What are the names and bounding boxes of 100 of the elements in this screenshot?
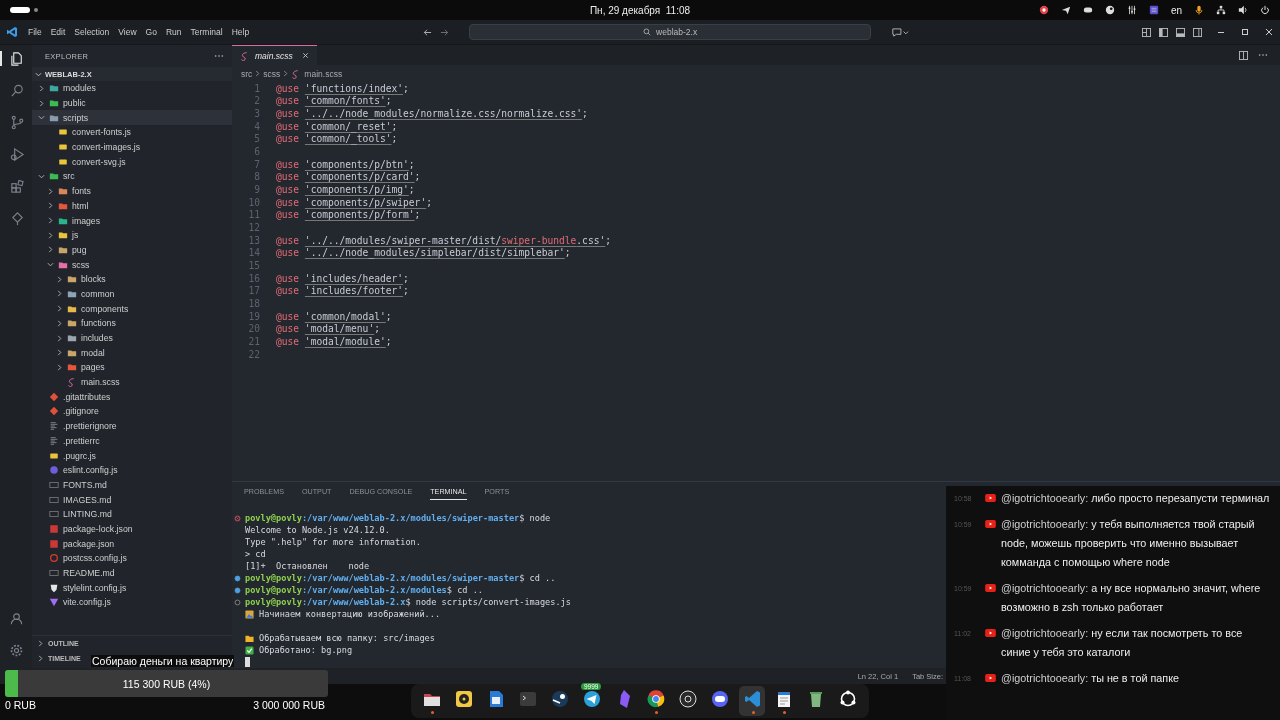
tree-item[interactable]: LINTING.md: [32, 506, 232, 522]
code-icon[interactable]: [743, 688, 763, 709]
tree-item[interactable]: .gitattributes: [32, 389, 232, 405]
tree-item[interactable]: FONTS.md: [32, 477, 232, 493]
tree-item[interactable]: includes: [32, 330, 232, 346]
tree-item[interactable]: scripts: [32, 110, 232, 126]
chat-sparkle-icon[interactable]: [891, 27, 910, 37]
tree-item[interactable]: components: [32, 301, 232, 316]
menu-item[interactable]: Run: [165, 27, 182, 37]
tree-item[interactable]: scss: [32, 257, 232, 272]
tree-item[interactable]: .prettierrc: [32, 433, 232, 449]
tree-item[interactable]: modules: [32, 81, 232, 96]
more-icon[interactable]: [214, 54, 224, 58]
debug-icon[interactable]: [9, 147, 25, 162]
tree-item[interactable]: vite.config.js: [32, 595, 232, 610]
aperture-icon[interactable]: [678, 688, 698, 709]
file-name: modal: [81, 347, 105, 358]
code-line: @use '../../node_modules/normalize.css/normalize.css';: [276, 108, 588, 120]
keyboard-icon[interactable]: [1148, 5, 1159, 15]
settings-icon[interactable]: [8, 643, 24, 658]
tree-item[interactable]: pages: [32, 360, 232, 375]
tree-item[interactable]: package.json: [32, 536, 232, 551]
tree-item[interactable]: convert-fonts.js: [32, 125, 232, 140]
tree-item[interactable]: html: [32, 198, 232, 214]
record-icon[interactable]: [1038, 5, 1049, 15]
power-icon[interactable]: [1260, 5, 1270, 15]
tree-item[interactable]: .prettierignore: [32, 418, 232, 434]
secondary-sidebar-icon[interactable]: [1193, 27, 1202, 37]
menu-item[interactable]: View: [118, 27, 137, 37]
tree-item[interactable]: pug: [32, 242, 232, 258]
source-control-icon[interactable]: [9, 115, 25, 130]
clock[interactable]: Пн, 29 декабря 11:08: [589, 4, 691, 16]
line-number: 21: [247, 335, 260, 347]
tree-item[interactable]: package-lock.json: [32, 521, 232, 537]
tree-item[interactable]: eslint.config.js: [32, 462, 232, 478]
files-icon[interactable]: [9, 51, 25, 66]
tree-item[interactable]: stylelint.config.js: [32, 580, 232, 596]
tree-item[interactable]: images: [32, 213, 232, 228]
browser-icon[interactable]: [646, 688, 666, 709]
tree-item[interactable]: fonts: [32, 183, 232, 199]
tree-item[interactable]: README.md: [32, 565, 232, 581]
forward-arrow-icon[interactable]: [440, 27, 450, 37]
layout-icon[interactable]: [1142, 27, 1151, 37]
panel-toggle-icon[interactable]: [1176, 27, 1185, 37]
file-name: package-lock.json: [63, 523, 133, 534]
menu-item[interactable]: Go: [145, 27, 157, 37]
extensions-icon[interactable]: [9, 179, 25, 194]
network-icon[interactable]: [1216, 5, 1226, 15]
search-icon[interactable]: [9, 83, 25, 98]
menu-item[interactable]: Terminal: [190, 27, 223, 37]
menu-item[interactable]: Selection: [74, 27, 110, 37]
paper-plane-icon[interactable]: [1060, 5, 1071, 15]
more-icon[interactable]: [1258, 53, 1268, 57]
tree-item[interactable]: .pugrc.js: [32, 448, 232, 463]
close-icon[interactable]: [301, 52, 309, 59]
tree-item[interactable]: convert-svg.js: [32, 154, 232, 170]
file-name: .gitattributes: [63, 391, 111, 402]
menu-item[interactable]: Edit: [50, 27, 66, 37]
sidebar-toggle-icon[interactable]: [1159, 27, 1168, 37]
apps-icon[interactable]: [838, 688, 858, 709]
tree-item[interactable]: .gitignore: [32, 404, 232, 419]
tree-item[interactable]: main.scss: [32, 374, 232, 390]
split-editor-icon[interactable]: [1239, 50, 1248, 60]
speaker-icon[interactable]: [1238, 5, 1248, 15]
microphone-icon[interactable]: [1194, 5, 1204, 15]
sliders-icon[interactable]: [1126, 5, 1137, 15]
line-number: 5: [253, 133, 260, 145]
paper-plane-icon[interactable]: [582, 688, 602, 709]
breadcrumb-item[interactable]: src: [241, 68, 253, 79]
tree-item[interactable]: src: [32, 169, 232, 184]
tree-item[interactable]: common: [32, 286, 232, 302]
keyboard-layout[interactable]: en: [1170, 4, 1182, 16]
chevron-icon: [255, 70, 261, 77]
play-badge-icon: [985, 629, 996, 637]
menu-item[interactable]: Help: [231, 27, 250, 37]
tree-item[interactable]: postcss.config.js: [32, 551, 232, 566]
code-line: @use 'includes/footer';: [276, 285, 409, 297]
tree-item[interactable]: public: [32, 95, 232, 111]
status-dot-icon[interactable]: [234, 586, 241, 594]
editor-tab[interactable]: main.scss: [232, 45, 317, 65]
breadcrumb-item[interactable]: scss: [263, 68, 281, 79]
back-arrow-icon[interactable]: [423, 27, 433, 37]
account-icon[interactable]: [8, 611, 24, 626]
maximize-icon[interactable]: [1240, 27, 1250, 37]
status-dot-icon[interactable]: [234, 574, 241, 582]
workspace-dot[interactable]: [34, 8, 38, 12]
menu-item[interactable]: File: [28, 27, 42, 37]
tree-item[interactable]: js: [32, 227, 232, 243]
tree-item[interactable]: functions: [32, 316, 232, 331]
tree-item[interactable]: modal: [32, 345, 232, 361]
breadcrumb-item[interactable]: main.scss: [304, 68, 343, 79]
close-icon[interactable]: [1264, 27, 1274, 37]
file-name: main.scss: [81, 377, 120, 388]
status-dot-icon[interactable]: [234, 598, 241, 606]
tree-item[interactable]: convert-images.js: [32, 139, 232, 155]
activities-indicator[interactable]: [10, 7, 30, 13]
tree-item[interactable]: blocks: [32, 271, 232, 287]
tree-item[interactable]: IMAGES.md: [32, 492, 232, 507]
search-field[interactable]: weblab-2.x: [469, 24, 872, 40]
status-dot-icon[interactable]: [234, 514, 241, 522]
